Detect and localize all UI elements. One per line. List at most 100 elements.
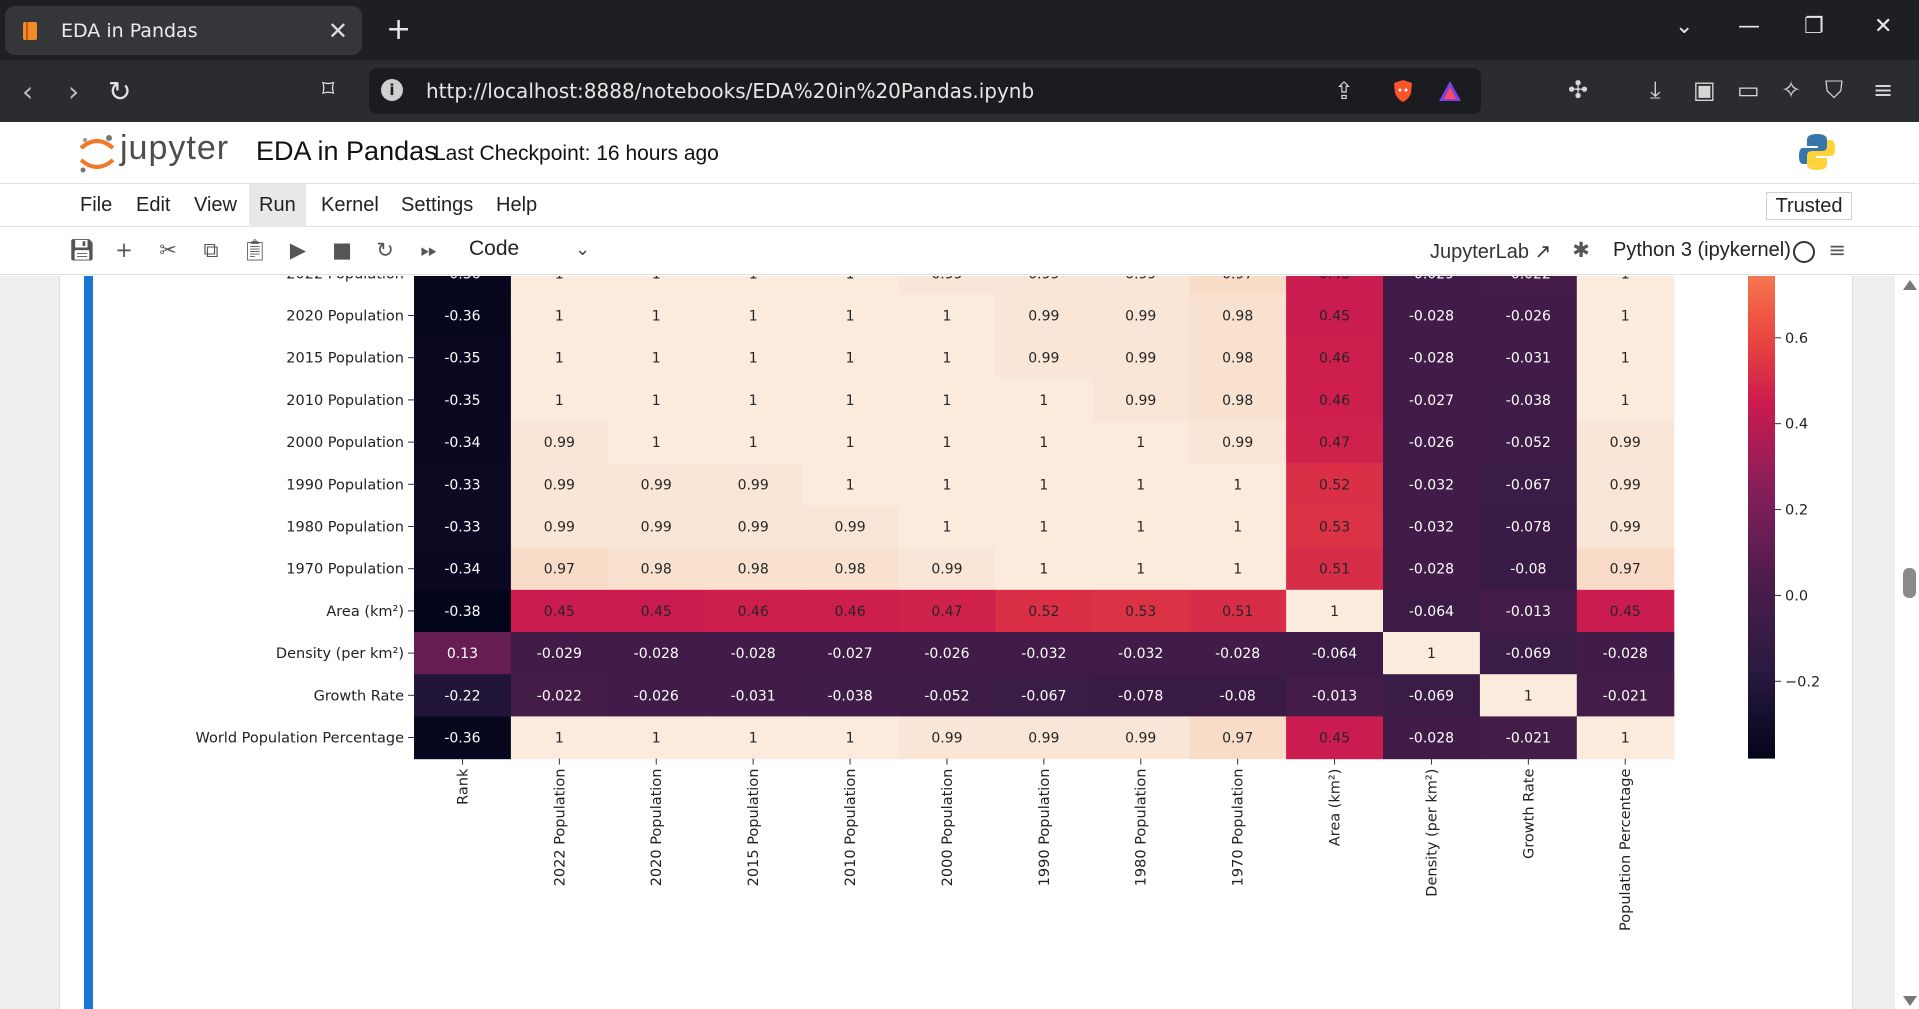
heatmap-cell-label: -0.038 [827, 688, 872, 704]
bookmark-icon[interactable]: ⌑ [322, 75, 334, 103]
browser-menu-icon[interactable]: ≡ [1873, 76, 1893, 104]
heatmap-cell-label: 1 [652, 309, 661, 325]
site-info-icon[interactable]: i [381, 79, 403, 101]
paste-icon[interactable]: 📋︎ [241, 236, 269, 264]
heatmap-cell-label: 0.98 [641, 562, 672, 578]
menu-settings[interactable]: Settings [391, 184, 483, 227]
jupyterlab-link[interactable]: JupyterLab ↗ [1430, 239, 1551, 264]
menu-view[interactable]: View [184, 184, 247, 227]
heatmap-cell-label: 0.99 [931, 731, 962, 747]
menu-help[interactable]: Help [486, 184, 547, 227]
heatmap-cell-label: 1 [1524, 688, 1533, 704]
heatmap-cell-label: 1 [1233, 520, 1242, 536]
y-tick-label: 2020 Population [286, 309, 404, 325]
external-link-icon: ↗ [1534, 241, 1552, 263]
menu-kernel[interactable]: Kernel [311, 184, 389, 227]
vpn-icon[interactable]: ⛉ [1825, 76, 1843, 104]
heatmap-cell-label: 0.51 [1222, 604, 1253, 620]
browser-tab[interactable]: EDA in Pandas ✕ [5, 6, 362, 55]
browser-nav-bar: ‹ › ↻ ⌑ i http://localhost:8888/notebook… [0, 60, 1919, 122]
scroll-up-icon[interactable] [1903, 280, 1917, 290]
heatmap-cell-label: -0.052 [924, 688, 969, 704]
heatmap-cell-label: -0.022 [1506, 276, 1551, 282]
close-window-icon[interactable]: ✕ [1874, 14, 1892, 39]
run-icon[interactable]: ▶ [284, 236, 312, 264]
new-tab-icon[interactable]: + [386, 12, 411, 47]
kernel-name[interactable]: Python 3 (ipykernel) [1613, 239, 1791, 262]
debugger-icon[interactable]: ✱ [1567, 236, 1595, 264]
heatmap-cell-label: -0.026 [924, 646, 969, 662]
heatmap-cell-label: 0.97 [1222, 731, 1253, 747]
brave-rewards-icon[interactable] [1437, 79, 1463, 103]
cell-type-select[interactable]: Code [469, 237, 519, 261]
jupyter-logo-icon[interactable] [77, 132, 117, 176]
heatmap-cell-label: 0.99 [1125, 276, 1156, 282]
x-tick-label: 2022 Population [552, 769, 568, 887]
address-bar[interactable]: i http://localhost:8888/notebooks/EDA%20… [369, 68, 1481, 114]
heatmap-cell-label: 0.99 [1028, 731, 1059, 747]
heatmap-cell-label: -0.36 [444, 309, 480, 325]
leo-ai-icon[interactable]: ✧ [1781, 76, 1801, 104]
toolbar-menu-icon[interactable]: ≡ [1823, 236, 1851, 264]
menu-run[interactable]: Run [249, 184, 306, 227]
chevron-down-icon[interactable]: ⌄ [575, 239, 590, 260]
share-icon[interactable]: ⇪ [1334, 77, 1354, 105]
heatmap-cell-label: 1 [1233, 477, 1242, 493]
copy-icon[interactable]: ⧉ [197, 236, 225, 264]
heatmap-cell-label: 0.99 [1222, 435, 1253, 451]
y-tick-label: Density (per km²) [276, 646, 404, 662]
back-icon[interactable]: ‹ [22, 75, 33, 108]
restart-icon[interactable]: ↻ [371, 236, 399, 264]
heatmap-cell-label: 0.99 [641, 520, 672, 536]
heatmap-cell-label: 0.99 [544, 435, 575, 451]
heatmap-cell-label: 1 [1621, 731, 1630, 747]
colorbar-tick-label: 0.4 [1785, 417, 1808, 433]
tab-list-chevron-icon[interactable]: ⌄ [1675, 14, 1693, 39]
menu-edit[interactable]: Edit [126, 184, 180, 227]
heatmap-cell-label: 0.46 [1319, 393, 1350, 409]
heatmap-cell-label: 1 [1136, 520, 1145, 536]
stop-icon[interactable]: ■ [328, 236, 356, 264]
heatmap-cell-label: 0.98 [1222, 351, 1253, 367]
heatmap-cell-label: 1 [1621, 393, 1630, 409]
url-text[interactable]: http://localhost:8888/notebooks/EDA%20in… [426, 79, 1034, 103]
sidebar-icon[interactable]: ▣ [1693, 76, 1716, 104]
vertical-scrollbar[interactable] [1895, 276, 1919, 1009]
heatmap-cell-label: 0.97 [1610, 562, 1641, 578]
close-tab-icon[interactable]: ✕ [328, 17, 348, 45]
heatmap-cell-label: 1 [1621, 351, 1630, 367]
extensions-icon[interactable]: ✣ [1568, 76, 1588, 104]
x-tick-label: 2020 Population [649, 769, 665, 887]
restore-icon[interactable]: ❐ [1804, 14, 1824, 39]
y-tick-label: 1990 Population [286, 477, 404, 493]
wallet-icon[interactable]: ▭ [1737, 76, 1760, 104]
heatmap-cell-label: 0.46 [1319, 351, 1350, 367]
insert-cell-icon[interactable]: + [110, 236, 138, 264]
heatmap-cell-label: -0.069 [1506, 646, 1551, 662]
heatmap-cell-label: 0.99 [544, 520, 575, 536]
heatmap-cell-label: 0.98 [1222, 393, 1253, 409]
heatmap-cell-label: 1 [942, 309, 951, 325]
brave-shield-icon[interactable] [1390, 78, 1416, 104]
cut-icon[interactable]: ✂ [154, 236, 182, 264]
heatmap-cell-label: 0.99 [834, 520, 865, 536]
heatmap-cell-label: 1 [652, 276, 661, 282]
scrollbar-thumb[interactable] [1903, 568, 1916, 598]
run-all-icon[interactable]: ⏩︎ [415, 236, 443, 264]
notebook-toolbar: 💾︎ + ✂ ⧉ 📋︎ ▶ ■ ↻ ⏩︎ Code ⌄ JupyterLab ↗… [0, 227, 1919, 275]
jupyter-logo-text[interactable]: jupyter [120, 129, 229, 168]
download-icon[interactable]: ⤓ [1650, 76, 1661, 104]
notebook-title[interactable]: EDA in Pandas [256, 136, 438, 167]
minimize-icon[interactable]: — [1738, 14, 1760, 39]
heatmap-cell-label: 1 [846, 477, 855, 493]
save-icon[interactable]: 💾︎ [68, 236, 96, 264]
heatmap-cell-label: 0.46 [834, 604, 865, 620]
reload-icon[interactable]: ↻ [108, 75, 131, 108]
scroll-down-icon[interactable] [1903, 996, 1917, 1006]
trusted-badge[interactable]: Trusted [1766, 192, 1852, 220]
python-logo-icon [1799, 134, 1835, 170]
forward-icon[interactable]: › [68, 75, 79, 108]
heatmap-cell-label: -0.078 [1506, 520, 1551, 536]
jupyterlab-link-label[interactable]: JupyterLab [1430, 241, 1529, 263]
menu-file[interactable]: File [70, 184, 122, 227]
